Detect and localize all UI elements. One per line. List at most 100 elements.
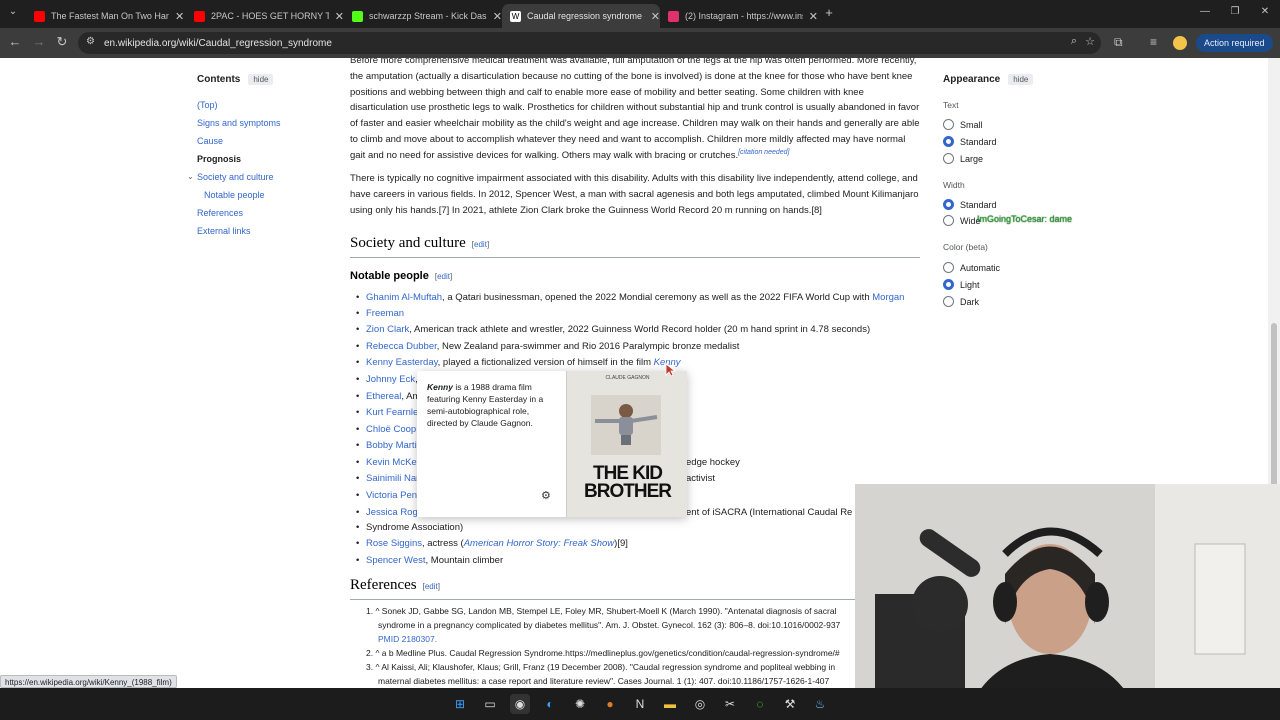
chrome-icon[interactable]: ◉ <box>510 694 530 714</box>
edge-icon[interactable]: ◐ <box>540 694 560 714</box>
film-poster[interactable]: CLAUDE GAGNON THE KID BROTHER <box>566 371 687 517</box>
person-link[interactable]: Ethereal <box>366 391 401 402</box>
radio-text-standard[interactable]: Standard <box>943 136 997 147</box>
toc-item-notable[interactable]: Notable people <box>204 190 265 200</box>
toc-item-prognosis[interactable]: Prognosis <box>197 154 241 164</box>
link-preview-popup[interactable]: Kenny is a 1988 drama film featuring Ken… <box>417 371 687 517</box>
address-bar[interactable]: ⚙ en.wikipedia.org/wiki/Caudal_regressio… <box>78 32 1101 54</box>
radio-text-large[interactable]: Large <box>943 153 983 164</box>
toc-item-top[interactable]: (Top) <box>197 100 218 110</box>
tab-4-active[interactable]: W Caudal regression syndrome - W ✕ <box>502 4 660 28</box>
radio-color-automatic[interactable]: Automatic <box>943 262 1000 273</box>
reload-icon[interactable]: ↻ <box>53 34 71 50</box>
toc-hide-button[interactable]: hide <box>248 74 274 85</box>
person-link[interactable]: Kurt Fearnle <box>366 407 418 418</box>
show-link[interactable]: American Horror Story: Freak Show <box>464 538 614 549</box>
toc-item-references[interactable]: References <box>197 208 243 218</box>
person-link[interactable]: Freeman <box>366 308 404 319</box>
bookmark-star-icon[interactable]: ☆ <box>1085 35 1095 48</box>
toc-item-society[interactable]: Society and culture <box>197 172 274 182</box>
close-tab-icon[interactable]: ✕ <box>175 10 184 23</box>
person-link[interactable]: Spencer West <box>366 555 426 566</box>
person-link[interactable]: Sainimili Nar <box>366 473 419 484</box>
radio-dot[interactable] <box>943 136 954 147</box>
radio-dot[interactable] <box>943 199 954 210</box>
radio-dot[interactable] <box>943 296 954 307</box>
toc-item-external[interactable]: External links <box>197 226 251 236</box>
zoom-search-icon[interactable]: ⌕ <box>1071 35 1077 48</box>
toc-item-signs[interactable]: Signs and symptoms <box>197 118 281 128</box>
radio-width-wide[interactable]: Wide <box>943 215 981 226</box>
person-link[interactable]: Rebecca Dubber <box>366 341 437 352</box>
person-link[interactable]: Jessica Rog <box>366 507 418 518</box>
settings-gear-icon[interactable]: ⚙ <box>541 489 551 502</box>
new-tab-button[interactable]: + <box>820 5 838 20</box>
list-item: Kenny Easterday, played a fictionalized … <box>356 355 681 371</box>
minimize-icon[interactable]: — <box>1196 6 1214 17</box>
folder-icon[interactable]: ▬ <box>660 694 680 714</box>
edit-link[interactable]: edit <box>474 240 487 249</box>
chevron-down-icon[interactable]: ⌄ <box>187 172 194 181</box>
obs-icon[interactable]: ◎ <box>690 694 710 714</box>
radio-dot[interactable] <box>943 215 954 226</box>
maximize-icon[interactable]: ❐ <box>1226 6 1244 17</box>
tool-icon[interactable]: ⚒ <box>780 694 800 714</box>
person-link[interactable]: Rose Siggins <box>366 538 422 549</box>
radio-width-standard[interactable]: Standard <box>943 199 997 210</box>
tab-2[interactable]: 2PAC - HOES GET HORNY THE ✕ <box>186 4 344 28</box>
close-window-icon[interactable]: ✕ <box>1256 6 1274 17</box>
file-manager-icon[interactable]: ▭ <box>480 694 500 714</box>
reference-item[interactable]: PMID 2180307. <box>366 632 866 646</box>
item-text: , a Qatari businessman, opened the 2022 … <box>442 292 873 303</box>
steam-icon[interactable]: ♨ <box>810 694 830 714</box>
person-link[interactable]: Chloë Coop <box>366 424 416 435</box>
person-link[interactable]: Morgan <box>872 292 904 303</box>
close-tab-icon[interactable]: ✕ <box>651 10 660 23</box>
tab-1[interactable]: The Fastest Man On Two Hand ✕ <box>26 4 186 28</box>
radio-color-light[interactable]: Light <box>943 279 980 290</box>
edit-link[interactable]: edit <box>437 272 450 281</box>
tab-title: Caudal regression syndrome - W <box>527 11 645 21</box>
back-icon[interactable]: ← <box>6 34 24 49</box>
person-link[interactable]: Bobby Marti <box>366 440 417 451</box>
extensions-icon[interactable]: ⧉ <box>1114 35 1123 50</box>
person-link[interactable]: Johnny Eck <box>366 374 415 385</box>
close-tab-icon[interactable]: ✕ <box>335 10 344 23</box>
radio-text-small[interactable]: Small <box>943 119 983 130</box>
list-item: Bobby Marti <box>356 438 417 454</box>
site-info-icon[interactable]: ⚙ <box>86 36 95 47</box>
media-icon[interactable]: ≡ <box>1150 35 1157 49</box>
webcam-overlay <box>855 484 1280 720</box>
close-tab-icon[interactable]: ✕ <box>809 10 818 23</box>
item-text: Syndrome Association) <box>366 522 464 533</box>
edit-link[interactable]: edit <box>425 582 438 591</box>
kick-app-icon[interactable]: ◌ <box>750 694 770 714</box>
tab-search-icon[interactable]: ⌄ <box>4 6 22 17</box>
profile-avatar[interactable] <box>1173 36 1187 50</box>
tab-3[interactable]: schwarzzp Stream - Kick Dashb ✕ <box>344 4 502 28</box>
chatgpt-icon[interactable]: ✺ <box>570 694 590 714</box>
person-link[interactable]: Ghanim Al-Muftah <box>366 292 442 303</box>
radio-dot[interactable] <box>943 262 954 273</box>
person-link[interactable]: Zion Clark <box>366 324 409 335</box>
radio-dot[interactable] <box>943 279 954 290</box>
close-tab-icon[interactable]: ✕ <box>493 10 502 23</box>
person-link[interactable]: Kevin McKe <box>366 457 417 468</box>
capcut-icon[interactable]: ✂ <box>720 694 740 714</box>
start-windows-icon[interactable]: ⊞ <box>450 694 470 714</box>
citation-needed-link[interactable]: [citation needed] <box>738 149 789 156</box>
action-required-button[interactable]: Action required <box>1196 34 1273 52</box>
toc-item-cause[interactable]: Cause <box>197 136 223 146</box>
radio-color-dark[interactable]: Dark <box>943 296 979 307</box>
person-link[interactable]: Kenny Easterday <box>366 357 438 368</box>
notion-icon[interactable]: N <box>630 694 650 714</box>
app-icon[interactable]: ● <box>600 694 620 714</box>
table-of-contents: Contents hide (Top) Signs and symptoms C… <box>187 74 327 236</box>
youtube-icon <box>194 10 205 22</box>
radio-dot[interactable] <box>943 119 954 130</box>
person-link[interactable]: Victoria Pen <box>366 490 417 501</box>
appearance-hide-button[interactable]: hide <box>1008 74 1034 85</box>
forward-icon[interactable]: → <box>30 34 48 49</box>
radio-dot[interactable] <box>943 153 954 164</box>
tab-5[interactable]: (2) Instagram - https://www.ins ✕ <box>660 4 818 28</box>
